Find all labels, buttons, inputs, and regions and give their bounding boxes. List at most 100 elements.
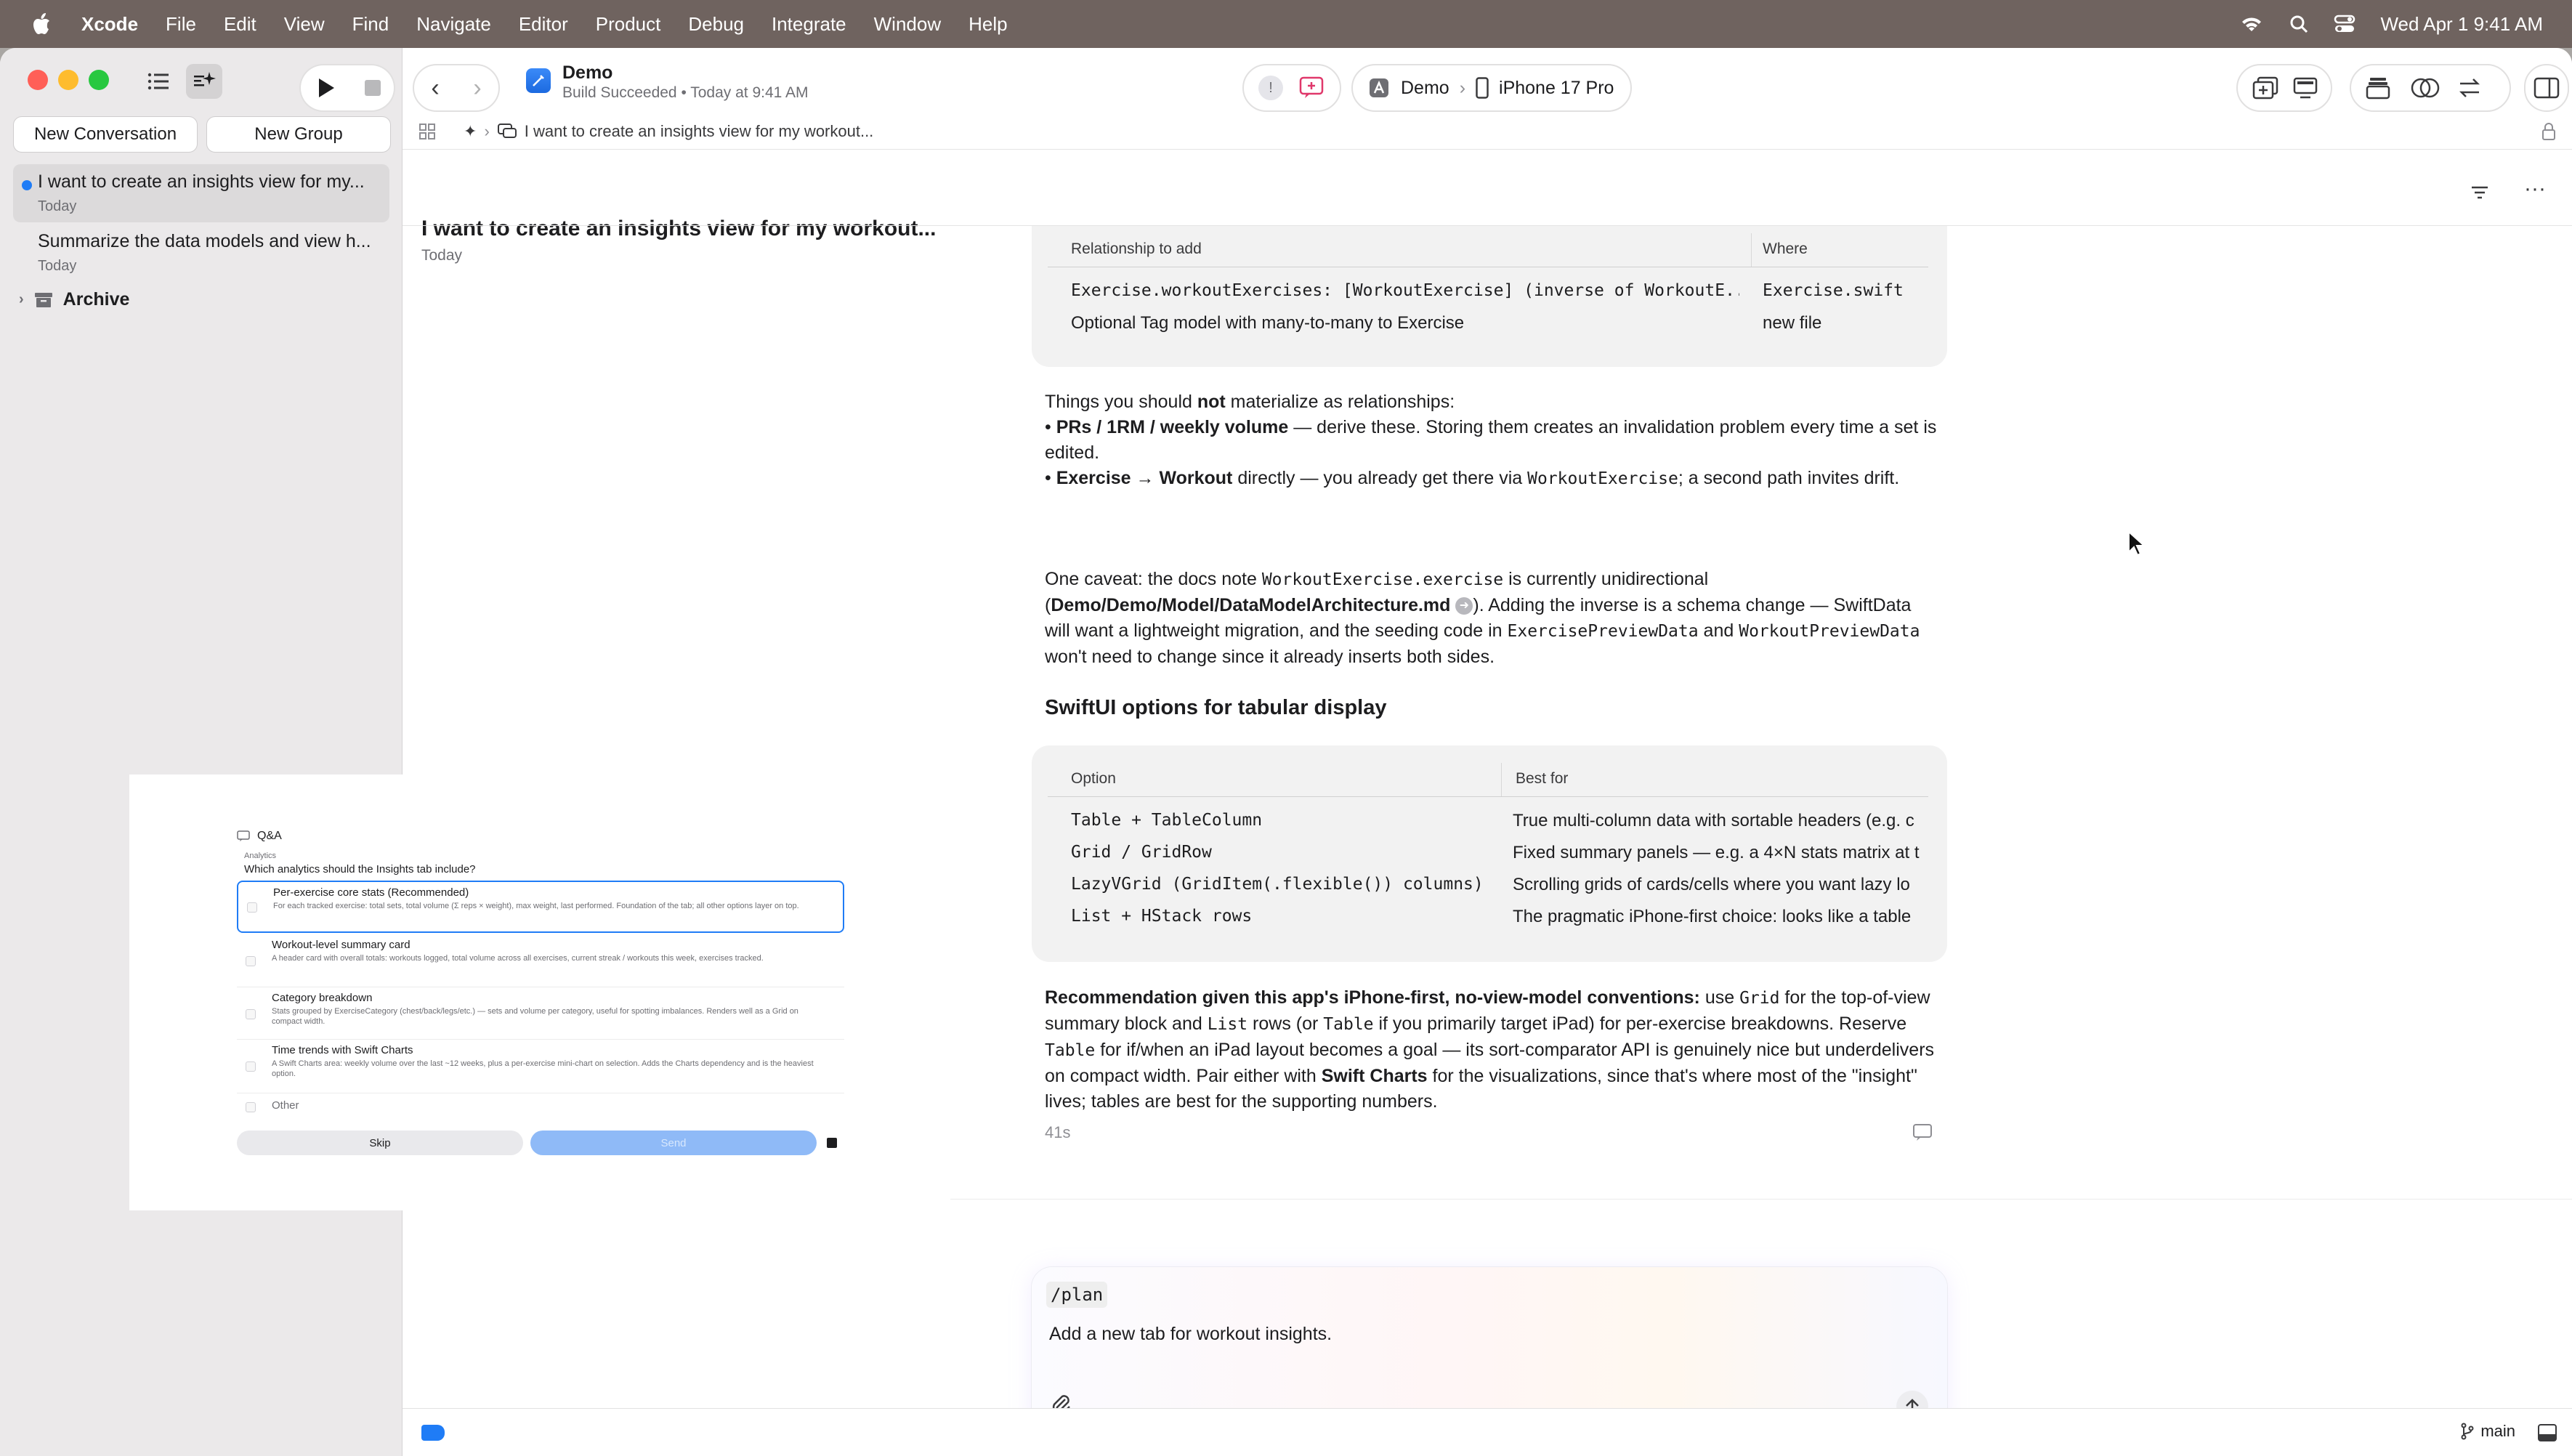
navigator-list-icon[interactable]: [142, 65, 174, 97]
add-comment-icon[interactable]: [1299, 76, 1325, 100]
message-composer[interactable]: /plan Add a new tab for workout insights…: [1032, 1267, 1947, 1431]
conversation-item-insights[interactable]: I want to create an insights view for my…: [13, 164, 389, 222]
debug-area-toggle-icon[interactable]: [2537, 1423, 2557, 1442]
elapsed-time: 41s: [1045, 1123, 1071, 1141]
branch-indicator[interactable]: main: [2460, 1422, 2515, 1441]
qa-skip-button[interactable]: Skip: [237, 1131, 523, 1155]
conversation-item-summarize[interactable]: Summarize the data models and view h... …: [13, 224, 389, 282]
apple-icon[interactable]: [28, 9, 57, 39]
inline-code: Grid: [1739, 989, 1780, 1008]
canvas-preview-icon[interactable]: [2293, 77, 2318, 99]
conversation-date: Today: [421, 247, 463, 264]
lock-icon[interactable]: [2541, 122, 2556, 141]
issue-indicators: !: [1242, 64, 1341, 112]
stacks-icon[interactable]: [2366, 76, 2390, 100]
option-checkbox[interactable]: [246, 1009, 256, 1019]
option-description: A Swift Charts area: weekly volume over …: [272, 1059, 814, 1078]
qa-overlay-panel: Q&A Analytics Which analytics should the…: [129, 774, 950, 1210]
open-link-icon[interactable]: ➜: [1455, 597, 1473, 615]
library-add-icon[interactable]: [2252, 76, 2278, 100]
menu-view[interactable]: View: [284, 13, 325, 36]
editor-mode-group: [2236, 64, 2332, 112]
archive-group[interactable]: › Archive: [19, 289, 129, 310]
scheme-destination-selector[interactable]: Demo › iPhone 17 Pro: [1351, 64, 1632, 112]
option-title: Category breakdown: [272, 992, 373, 1004]
option-checkbox[interactable]: [246, 1061, 256, 1072]
coding-assistant-icon[interactable]: [186, 64, 222, 99]
tag-icon[interactable]: [421, 1425, 445, 1441]
qa-option-other[interactable]: Other: [237, 1093, 844, 1119]
option-checkbox[interactable]: [247, 902, 257, 913]
menu-navigate[interactable]: Navigate: [416, 13, 491, 36]
sidebar-right-icon: [2533, 77, 2560, 99]
new-conversation-button[interactable]: New Conversation: [13, 116, 198, 153]
scheme-name: Demo: [1401, 77, 1449, 98]
close-window-button[interactable]: [28, 70, 48, 90]
table-row-cell: List + HStack rows: [1071, 907, 1253, 926]
column-header-option: Option: [1071, 770, 1116, 787]
stop-button[interactable]: [352, 64, 395, 112]
recommendation-paragraph: Recommendation given this app's iPhone-f…: [1045, 985, 1938, 1115]
bullet-text: directly — you already get there via: [1232, 468, 1528, 488]
menu-window[interactable]: Window: [874, 13, 941, 36]
project-app-icon: [526, 68, 551, 93]
swap-arrows-icon[interactable]: [2457, 76, 2482, 100]
qa-send-button[interactable]: Send: [530, 1131, 817, 1155]
composer-input[interactable]: Add a new tab for workout insights.: [1049, 1324, 1332, 1345]
table-header-divider: [1048, 796, 1928, 797]
forward-chevron-icon[interactable]: ›: [456, 74, 498, 102]
back-chevron-icon[interactable]: ‹: [414, 74, 456, 102]
branch-name: main: [2480, 1422, 2515, 1440]
run-button[interactable]: [299, 64, 352, 112]
option-title: Time trends with Swift Charts: [272, 1044, 413, 1056]
project-name[interactable]: Demo: [562, 62, 612, 84]
menu-editor[interactable]: Editor: [519, 13, 568, 36]
qa-option[interactable]: Time trends with Swift Charts A Swift Ch…: [237, 1039, 844, 1090]
qa-option[interactable]: Category breakdown Stats grouped by Exer…: [237, 987, 844, 1038]
file-link[interactable]: Demo/Demo/Model/DataModelArchitecture.md: [1051, 595, 1450, 615]
bullet-text: ; a second path invites drift.: [1678, 468, 1900, 488]
play-icon: [319, 78, 334, 97]
menu-find[interactable]: Find: [352, 13, 389, 36]
inline-code: Table: [1045, 1041, 1096, 1060]
menu-file[interactable]: File: [166, 13, 196, 36]
xcode-window: New Conversation New Group I want to cre…: [0, 48, 2572, 1456]
filter-icon[interactable]: [2469, 182, 2491, 203]
feedback-icon[interactable]: [1912, 1123, 1933, 1146]
text: and: [1698, 620, 1739, 641]
menu-debug[interactable]: Debug: [688, 13, 744, 36]
inspector-toggle[interactable]: [2524, 64, 2569, 112]
zoom-window-button[interactable]: [89, 70, 109, 90]
assistant-sparkle-icon[interactable]: ✦: [464, 122, 477, 141]
qa-stop-icon[interactable]: [827, 1138, 837, 1148]
menu-edit[interactable]: Edit: [224, 13, 256, 36]
compare-icon[interactable]: [2411, 76, 2440, 100]
chevron-right-icon: ›: [19, 291, 24, 307]
minimize-window-button[interactable]: [58, 70, 78, 90]
relationships-paragraph: Things you should not materialize as rel…: [1045, 392, 1937, 488]
qa-option-recommended[interactable]: Per-exercise core stats (Recommended) Fo…: [237, 881, 844, 933]
text: materialize as relationships:: [1225, 392, 1455, 412]
info-badge-icon[interactable]: !: [1258, 76, 1283, 100]
option-checkbox[interactable]: [246, 956, 256, 966]
column-header-where: Where: [1763, 240, 1808, 257]
menu-integrate[interactable]: Integrate: [772, 13, 846, 36]
chevron-right-icon: ›: [1459, 77, 1466, 98]
menu-help[interactable]: Help: [968, 13, 1007, 36]
option-checkbox[interactable]: [246, 1102, 256, 1112]
conversation-date: Today: [38, 198, 77, 214]
wifi-icon[interactable]: [2239, 14, 2264, 34]
menubar-clock[interactable]: Wed Apr 1 9:41 AM: [2380, 13, 2543, 36]
new-group-button[interactable]: New Group: [206, 116, 391, 153]
menu-product[interactable]: Product: [596, 13, 661, 36]
more-options-icon[interactable]: ···: [2524, 178, 2546, 203]
jump-bar-title[interactable]: I want to create an insights view for my…: [525, 122, 874, 141]
menu-app-name[interactable]: Xcode: [81, 13, 138, 36]
table-row-cell: Exercise.workoutExercises: [WorkoutExerc…: [1071, 281, 1739, 300]
conversation-date: Today: [38, 258, 77, 274]
spotlight-search-icon[interactable]: [2289, 14, 2309, 34]
slash-command-token[interactable]: /plan: [1046, 1282, 1108, 1308]
grid-icon[interactable]: [418, 123, 436, 140]
qa-option[interactable]: Workout-level summary card A header card…: [237, 934, 844, 985]
control-center-icon[interactable]: [2334, 14, 2355, 34]
